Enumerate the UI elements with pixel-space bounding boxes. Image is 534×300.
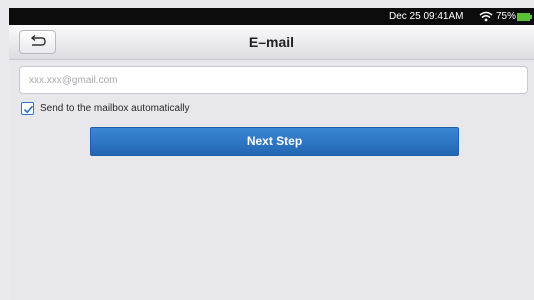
auto-send-checkbox[interactable] — [21, 102, 34, 115]
wifi-icon — [479, 11, 493, 22]
checkmark-icon — [23, 105, 34, 114]
battery-icon — [517, 13, 532, 21]
title-bar: E–mail — [9, 25, 534, 60]
back-arrow-icon — [30, 35, 46, 46]
battery-percent: 75% — [496, 11, 517, 22]
status-bar: Dec 25 09:41AM 75% — [9, 8, 534, 25]
next-step-button[interactable]: Next Step — [90, 127, 459, 156]
page-title: E–mail — [248, 34, 295, 50]
auto-send-label: Send to the mailbox automatically — [40, 103, 190, 114]
back-button[interactable] — [19, 30, 56, 54]
status-datetime: Dec 25 09:41AM — [389, 11, 464, 22]
email-input[interactable] — [19, 66, 528, 94]
app-screen: Dec 25 09:41AM 75% E–mail Send to the m — [9, 8, 534, 300]
